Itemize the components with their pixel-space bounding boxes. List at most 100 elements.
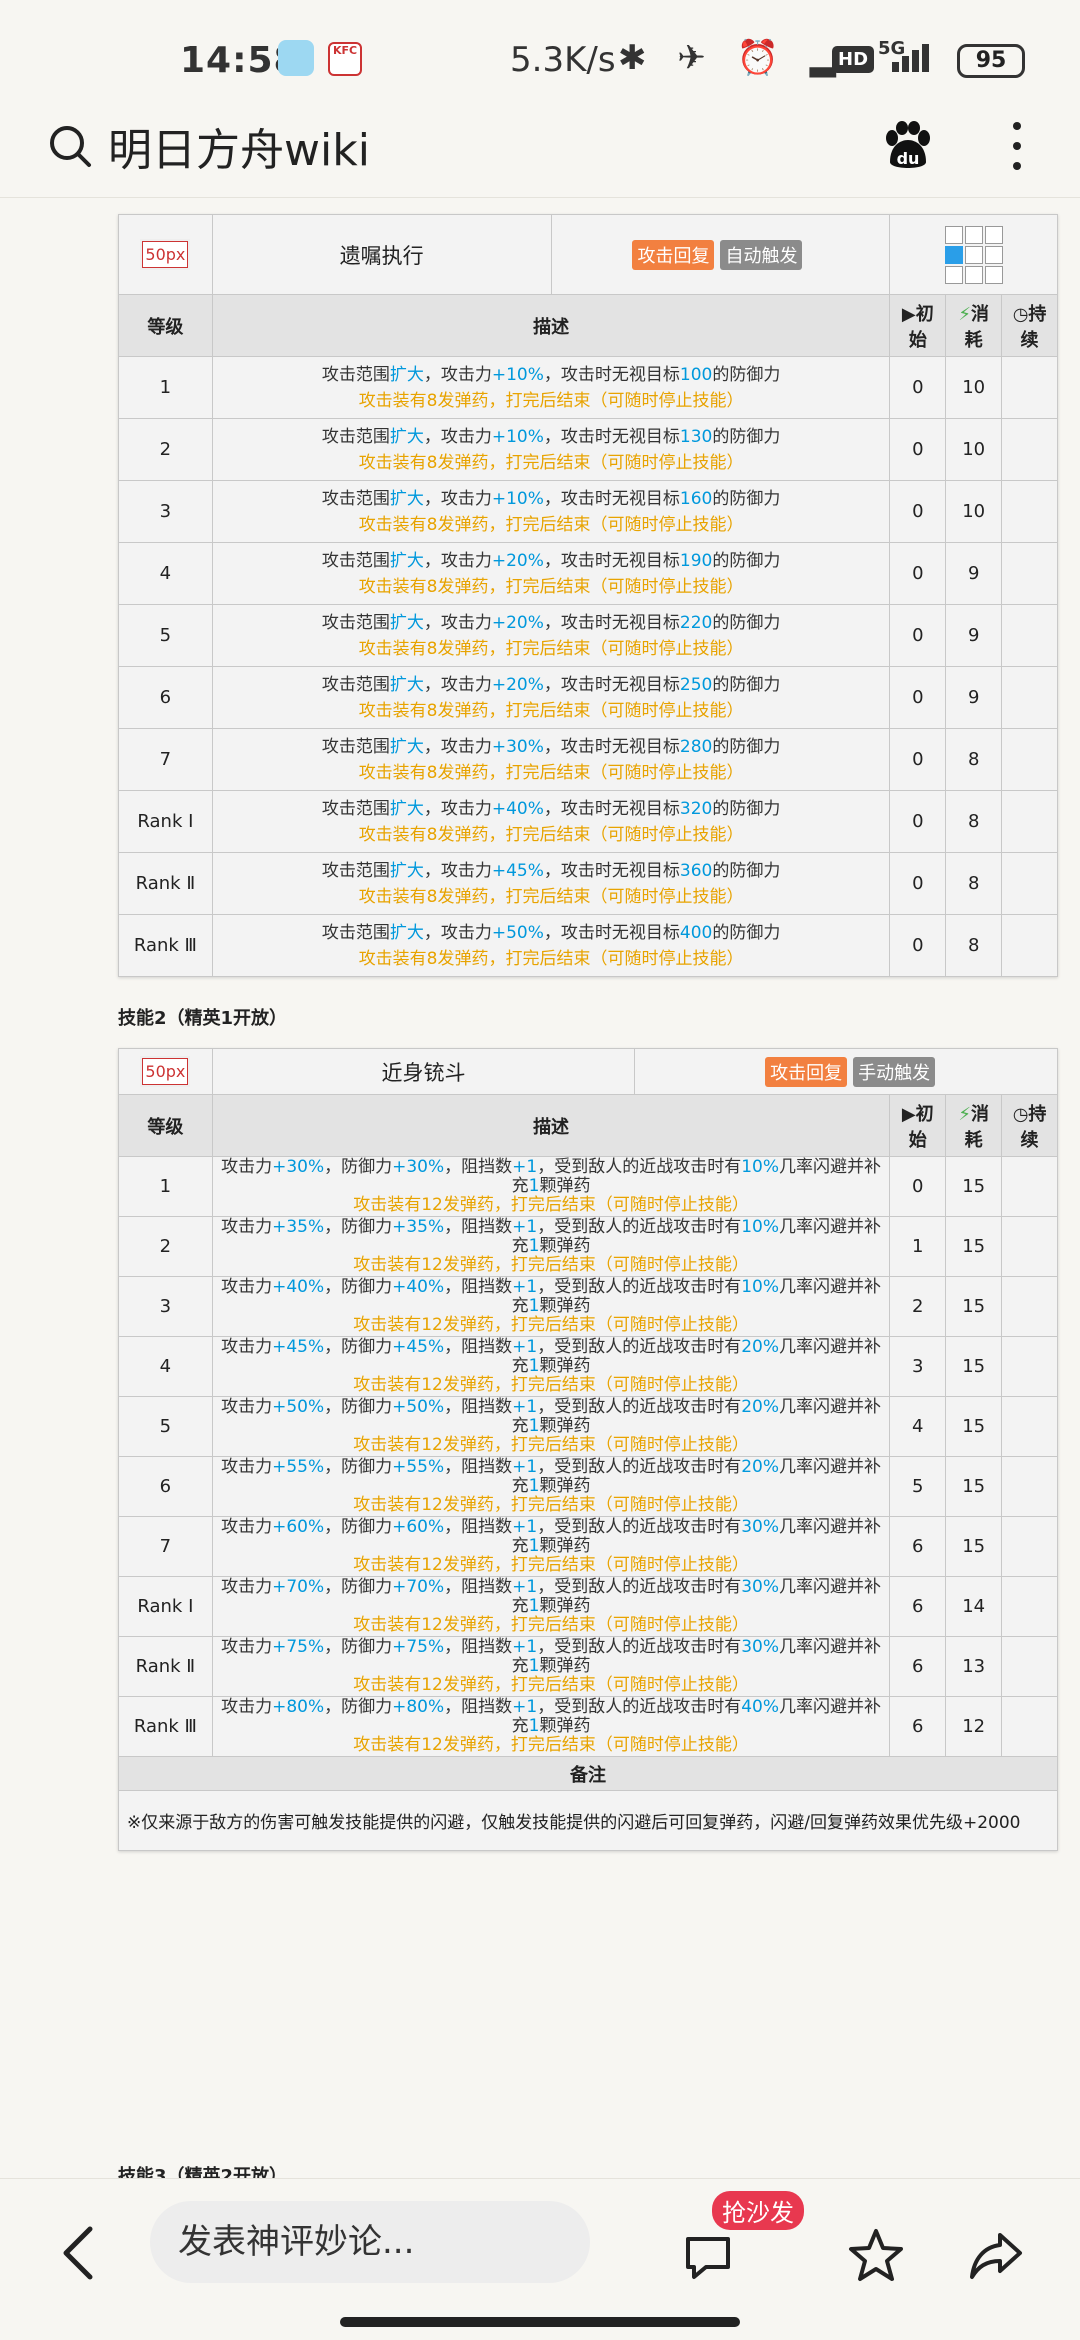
desc-ammo-line: 攻击装有12发弹药，打完后结束（可随时停止技能） [353,1195,749,1215]
desc-line: 攻击力+60%，防御力+60%，阻挡数+1，受到敌人的近战攻击时有30%几率闪避… [221,1517,882,1537]
tag-attack-recovery: 攻击回复 [765,1056,848,1087]
level-cell: 4 [118,1336,213,1397]
level-cell: 2 [118,418,213,481]
cost-cell: 15 [945,1276,1003,1337]
desc-cell: 攻击范围扩大，攻击力+45%，攻击时无视目标360的防御力 攻击装有8发弹药，打完… [211,852,891,915]
star-icon[interactable] [848,2227,904,2283]
desc-ammo-line: 攻击装有12发弹药，打完后结束（可随时停止技能） [353,1675,749,1695]
init-cell: 0 [889,914,947,977]
page-title[interactable]: 明日方舟wiki [108,114,370,178]
duration-cell [1001,728,1058,791]
level-cell: 2 [118,1216,213,1277]
desc-line-2: 充1颗弹药 [511,1296,591,1316]
desc-cell: 攻击力+40%，防御力+40%，阻挡数+1，受到敌人的近战攻击时有10%几率闪避… [211,1276,891,1337]
level-cell: 5 [118,604,213,667]
desc-ammo-line: 攻击装有8发弹药，打完后结束（可随时停止技能） [358,886,744,907]
init-cell: 0 [889,604,947,667]
desc-line: 攻击力+30%，防御力+30%，阻挡数+1，受到敌人的近战攻击时有10%几率闪避… [221,1157,882,1177]
cost-cell: 15 [945,1516,1003,1577]
desc-cell: 攻击范围扩大，攻击力+20%，攻击时无视目标250的防御力 攻击装有8发弹药，打完… [211,666,891,729]
cost-cell: 8 [945,728,1003,791]
col-duration: ◷持续 [1001,294,1058,357]
desc-cell: 攻击范围扩大，攻击力+10%，攻击时无视目标130的防御力 攻击装有8发弹药，打完… [211,418,891,481]
duration-cell [1001,356,1058,419]
init-cell: 0 [889,480,947,543]
desc-line: 攻击力+80%，防御力+80%，阻挡数+1，受到敌人的近战攻击时有40%几率闪避… [221,1697,882,1717]
skill1-tags: 攻击回复 自动触发 [550,214,891,295]
level-cell: Rank Ⅰ [118,790,213,853]
table-row: Rank Ⅲ 攻击力+80%，防御力+80%，阻挡数+1，受到敌人的近战攻击时有4… [118,1696,1058,1757]
desc-ammo-line: 攻击装有8发弹药，打完后结束（可随时停止技能） [358,948,744,969]
share-icon[interactable] [968,2227,1024,2283]
table-row: Rank Ⅱ 攻击范围扩大，攻击力+45%，攻击时无视目标360的防御力 攻击装有8… [118,852,1058,915]
desc-cell: 攻击范围扩大，攻击力+20%，攻击时无视目标220的防御力 攻击装有8发弹药，打完… [211,604,891,667]
table-row: 4 攻击力+45%，防御力+45%，阻挡数+1，受到敌人的近战攻击时有20%几率闪… [118,1336,1058,1397]
duration-cell [1001,604,1058,667]
cost-cell: 13 [945,1636,1003,1697]
col-init: ▶初始 [889,294,947,357]
init-cell: 0 [889,356,947,419]
skill2-name: 近身铳斗 [211,1048,636,1095]
skill2-title-row: 50px 近身铳斗 攻击回复 手动触发 [118,1048,1058,1095]
col-cost: ⚡消耗 [945,294,1003,357]
desc-line: 攻击范围扩大，攻击力+40%，攻击时无视目标320的防御力 [321,798,781,819]
duration-cell [1001,480,1058,543]
comment-badge: 抢沙发 [712,2191,804,2230]
level-cell: 6 [118,666,213,729]
cost-cell: 8 [945,852,1003,915]
desc-cell: 攻击力+50%，防御力+50%，阻挡数+1，受到敌人的近战攻击时有20%几率闪避… [211,1396,891,1457]
baidu-icon[interactable]: du [880,118,936,174]
duration-cell [1001,1216,1058,1277]
duration-cell [1001,1456,1058,1517]
level-cell: Rank Ⅱ [118,852,213,915]
note-text: ※仅来源于敌方的伤害可触发技能提供的闪避，仅触发技能提供的闪避后可回复弹药，闪避… [118,1790,1058,1851]
cost-cell: 10 [945,480,1003,543]
table-row: Rank Ⅱ 攻击力+75%，防御力+75%，阻挡数+1，受到敌人的近战攻击时有3… [118,1636,1058,1697]
desc-line-2: 充1颗弹药 [511,1596,591,1616]
desc-cell: 攻击范围扩大，攻击力+20%，攻击时无视目标190的防御力 攻击装有8发弹药，打完… [211,542,891,605]
comment-input[interactable]: 发表神评妙论... [150,2201,590,2283]
table-row: 6 攻击范围扩大，攻击力+20%，攻击时无视目标250的防御力 攻击装有8发弹药，打… [118,666,1058,729]
duration-cell [1001,1576,1058,1637]
desc-cell: 攻击力+55%，防御力+55%，阻挡数+1，受到敌人的近战攻击时有20%几率闪避… [211,1456,891,1517]
desc-ammo-line: 攻击装有8发弹药，打完后结束（可随时停止技能） [358,638,744,659]
network-speed: 5.3K/s [510,40,616,80]
clock-icon: ◷ [1012,1103,1029,1125]
comment-icon[interactable] [682,2231,734,2283]
article-content[interactable]: 50px 遗嘱执行 攻击回复 自动触发 等级 描述 ▶初始 ⚡消耗 ◷持续 1 攻击… [0,198,1080,2178]
duration-cell [1001,1396,1058,1457]
back-icon[interactable] [56,2223,100,2283]
duration-cell [1001,1156,1058,1217]
desc-line: 攻击力+45%，防御力+45%，阻挡数+1，受到敌人的近战攻击时有20%几率闪避… [221,1337,882,1357]
battery-icon: 95 [957,44,1025,78]
desc-cell: 攻击力+80%，防御力+80%，阻挡数+1，受到敌人的近战攻击时有40%几率闪避… [211,1696,891,1757]
desc-line: 攻击力+75%，防御力+75%，阻挡数+1，受到敌人的近战攻击时有30%几率闪避… [221,1637,882,1657]
desc-ammo-line: 攻击装有8发弹药，打完后结束（可随时停止技能） [358,700,744,721]
init-cell: 2 [889,1276,947,1337]
attack-range-grid [944,225,1003,284]
table-row: 7 攻击力+60%，防御力+60%，阻挡数+1，受到敌人的近战攻击时有30%几率闪… [118,1516,1058,1577]
desc-ammo-line: 攻击装有12发弹药，打完后结束（可随时停止技能） [353,1615,749,1635]
search-icon[interactable] [46,122,94,170]
note-header: 备注 [118,1756,1058,1791]
level-cell: Rank Ⅲ [118,914,213,977]
cost-cell: 15 [945,1216,1003,1277]
duration-cell [1001,852,1058,915]
level-cell: 1 [118,356,213,419]
init-cell: 0 [889,1156,947,1217]
desc-cell: 攻击力+60%，防御力+60%，阻挡数+1，受到敌人的近战攻击时有30%几率闪避… [211,1516,891,1577]
desc-ammo-line: 攻击装有12发弹药，打完后结束（可随时停止技能） [353,1315,749,1335]
more-icon[interactable] [1010,118,1024,174]
cost-cell: 9 [945,666,1003,729]
table-row: 5 攻击力+50%，防御力+50%，阻挡数+1，受到敌人的近战攻击时有20%几率闪… [118,1396,1058,1457]
level-cell: 7 [118,1516,213,1577]
desc-cell: 攻击范围扩大，攻击力+50%，攻击时无视目标400的防御力 攻击装有8发弹药，打完… [211,914,891,977]
table-row: 2 攻击力+35%，防御力+35%，阻挡数+1，受到敌人的近战攻击时有10%几率闪… [118,1216,1058,1277]
skill2-section-title: 技能2（精英1开放） [118,1008,288,1029]
cost-cell: 10 [945,418,1003,481]
desc-ammo-line: 攻击装有8发弹药，打完后结束（可随时停止技能） [358,762,744,783]
desc-line: 攻击范围扩大，攻击力+20%，攻击时无视目标220的防御力 [321,612,781,633]
desc-cell: 攻击范围扩大，攻击力+10%，攻击时无视目标160的防御力 攻击装有8发弹药，打完… [211,480,891,543]
cost-cell: 8 [945,914,1003,977]
col-desc: 描述 [211,1094,891,1157]
